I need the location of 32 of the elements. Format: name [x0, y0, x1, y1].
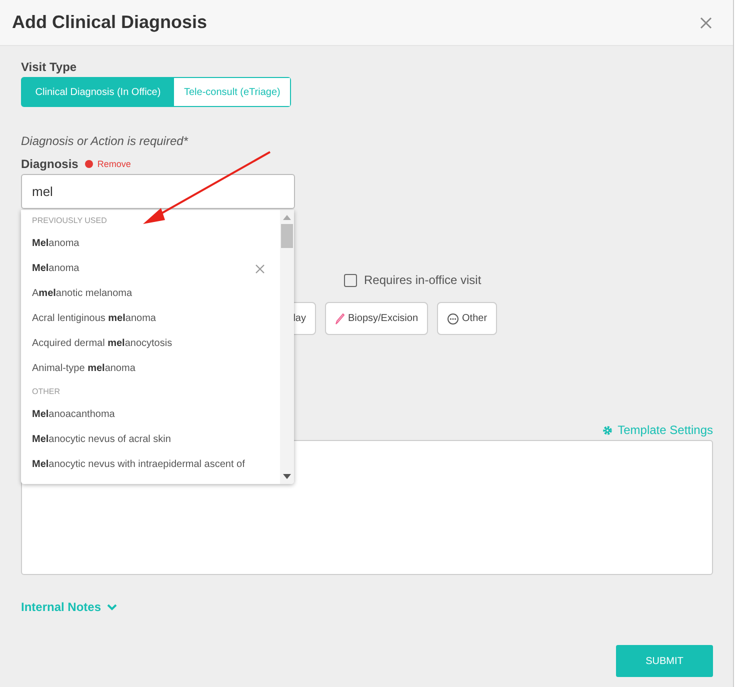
group-header: OTHER [32, 386, 61, 398]
group-header: PREVIOUSLY USED [32, 215, 108, 227]
suggestion-item[interactable]: Acquired dermal melanocytosis [32, 331, 269, 356]
suggestion-item[interactable]: Animal-type melanoma [32, 356, 269, 381]
scroll-up-icon[interactable] [283, 214, 291, 220]
dialog-title: Add Clinical Diagnosis [12, 12, 208, 33]
suggestion-item[interactable]: Amelanotic melanoma [32, 281, 269, 306]
scrollbar[interactable] [280, 210, 294, 484]
suggestion-item[interactable]: Melanocytic nevus of acral skin [32, 427, 269, 452]
remove-dot-icon [85, 160, 94, 168]
diagnosis-field[interactable]: mel [21, 174, 295, 209]
suggestion-item[interactable]: Acral lentiginous melanoma [32, 306, 269, 331]
remove-link[interactable]: Remove [97, 159, 131, 169]
scroll-down-icon[interactable] [283, 474, 291, 480]
close-icon[interactable] [700, 16, 712, 28]
biopsy-button[interactable]: Biopsy/Excision [325, 302, 428, 335]
visit-type-label: Visit Type [21, 60, 77, 74]
checkbox-label: Requires in-office visit [364, 273, 482, 287]
close-icon[interactable] [255, 264, 265, 274]
suggestion-item[interactable]: Melanocytic nevus with intraepidermal ascent of [32, 452, 269, 477]
settings-icon [602, 424, 613, 436]
pen-icon [335, 312, 345, 324]
suggestion-item[interactable]: Melanoma [32, 256, 269, 281]
other-button[interactable]: Other [437, 302, 498, 335]
chevron-down-icon [107, 604, 118, 610]
scrollbar-thumb[interactable] [281, 224, 293, 248]
required-note: Diagnosis or Action is required* [21, 134, 188, 148]
more-icon [447, 312, 460, 324]
diagnosis-label: Diagnosis [21, 157, 78, 171]
checkbox[interactable] [344, 274, 357, 286]
suggestion-item[interactable]: Melanoacanthoma [32, 402, 269, 427]
suggestion-item[interactable]: Melanoma [32, 231, 269, 256]
